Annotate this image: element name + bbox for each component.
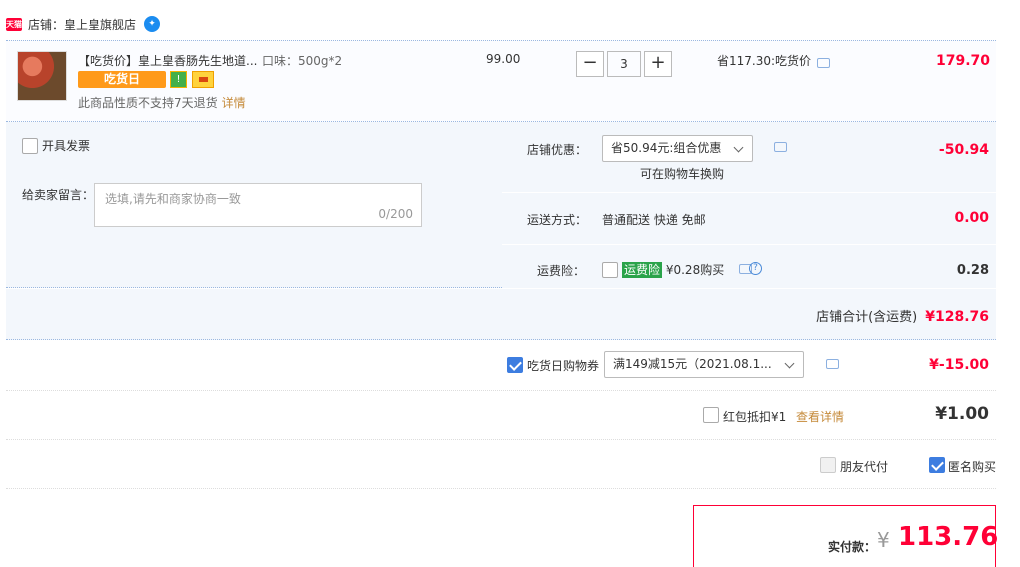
- shop-discount-row: 店铺优惠： 省50.94元:组合优惠 可在购物车换购 -50.94: [502, 122, 996, 193]
- payment-label: 实付款：: [828, 540, 877, 554]
- product-spec: 口味：500g*2: [262, 54, 343, 68]
- payment-options-row: 朋友代付 匿名购买: [6, 440, 996, 489]
- invoice-label: 开具发票: [42, 139, 91, 153]
- anonymous-label: 匿名购买: [948, 460, 997, 474]
- shop-discount-select-value: 省50.94元:组合优惠: [611, 141, 722, 155]
- payment-amount: 113.76: [898, 522, 999, 552]
- shop-discount-select[interactable]: 省50.94元:组合优惠: [602, 135, 753, 162]
- shipping-method: 普通配送 快递 免邮: [602, 213, 706, 227]
- saving-text: 省117.30:吃货价: [717, 54, 812, 68]
- chat-bubble-icon[interactable]: [817, 57, 831, 68]
- wangwang-chat-icon[interactable]: ✦: [144, 16, 161, 32]
- quantity-input[interactable]: 3: [607, 51, 641, 77]
- saving-info: 省117.30:吃货价: [717, 52, 831, 69]
- coupon-amount: ¥-15.00: [929, 357, 989, 373]
- order-item-row: 【吃货价】皇上皇香肠先生地道... 口味：500g*2 吃货日 ! 此商品性质不…: [6, 40, 996, 122]
- right-options-pane: 店铺优惠： 省50.94元:组合优惠 可在购物车换购 -50.94 运送方式： …: [502, 122, 996, 288]
- payment-summary-box: 实付款： ¥ 113.76: [693, 505, 999, 567]
- chat-bubble-icon[interactable]: [774, 142, 787, 152]
- tmall-badge: 天猫: [6, 17, 22, 31]
- shop-discount-label: 店铺优惠：: [527, 143, 588, 157]
- return-policy-details-link[interactable]: 详情: [222, 96, 246, 110]
- redpacket-checkbox[interactable]: [703, 407, 719, 423]
- service-badge-icon: !: [170, 71, 187, 88]
- return-policy-notice: 此商品性质不支持7天退货 详情: [78, 94, 246, 111]
- coupon-select-value: 满149减15元（2021.08.1...: [613, 357, 772, 371]
- item-subtotal: 179.70: [936, 53, 991, 69]
- insurance-label: 运费险：: [537, 264, 586, 278]
- seller-message-input[interactable]: 选填,请先和商家协商一致 0/200: [94, 183, 422, 227]
- card-badge-icon: [192, 71, 214, 88]
- shipping-label: 运送方式：: [527, 213, 588, 227]
- shop-discount-note: 可在购物车换购: [640, 167, 725, 181]
- redpacket-row: 红包抵扣¥1 查看详情 ¥1.00: [6, 391, 996, 440]
- quantity-decrease-button[interactable]: −: [576, 51, 604, 77]
- coupon-checkbox[interactable]: [507, 357, 523, 373]
- message-char-count: 0/200: [378, 207, 413, 221]
- shop-total: 店铺合计(含运费) ¥128.76: [816, 306, 989, 325]
- invoice-checkbox[interactable]: [22, 137, 38, 154]
- insurance-price: ¥0.28购买: [665, 263, 725, 277]
- friend-pay-label: 朋友代付: [840, 460, 889, 474]
- friend-pay-checkbox[interactable]: [820, 457, 836, 473]
- promo-tag: 吃货日: [78, 71, 166, 88]
- payment-currency: ¥: [877, 528, 890, 552]
- insurance-tag: 运费险: [622, 262, 663, 278]
- invoice-option[interactable]: 开具发票: [22, 137, 90, 154]
- insurance-checkbox[interactable]: [602, 262, 618, 278]
- redpacket-label: 红包抵扣¥1: [723, 410, 787, 424]
- insurance-offer: 运费险 ¥0.28购买: [622, 261, 724, 278]
- return-policy-text: 此商品性质不支持7天退货: [78, 96, 218, 110]
- coupon-row: 吃货日购物券 满149减15元（2021.08.1... ¥-15.00: [6, 340, 996, 391]
- product-thumbnail[interactable]: [17, 51, 67, 101]
- coupon-select[interactable]: 满149减15元（2021.08.1...: [604, 351, 804, 378]
- store-header: 天猫 店铺：皇上皇旗舰店 ✦: [6, 14, 161, 34]
- shop-total-label: 店铺合计(含运费): [816, 310, 918, 325]
- chevron-down-icon: [733, 142, 744, 153]
- store-name[interactable]: 店铺：皇上皇旗舰店: [28, 16, 136, 33]
- product-title[interactable]: 【吃货价】皇上皇香肠先生地道...: [78, 52, 273, 69]
- insurance-amount: 0.28: [956, 263, 989, 278]
- coupon-label: 吃货日购物券: [527, 359, 600, 373]
- shop-discount-amount: -50.94: [938, 142, 989, 158]
- message-placeholder: 选填,请先和商家协商一致: [105, 192, 241, 206]
- unit-price: 99.00: [486, 52, 521, 66]
- shop-total-value: ¥128.76: [925, 309, 989, 325]
- chevron-down-icon: [784, 358, 795, 369]
- quantity-increase-button[interactable]: +: [644, 51, 672, 77]
- shipping-amount: 0.00: [954, 210, 989, 226]
- message-label: 给卖家留言：: [22, 188, 95, 202]
- quantity-stepper: − 3 +: [576, 51, 672, 77]
- left-options-pane: 开具发票 给卖家留言： 选填,请先和商家协商一致 0/200: [6, 122, 500, 288]
- shop-total-row: 店铺合计(含运费) ¥128.76: [6, 289, 996, 340]
- chat-bubble-icon[interactable]: [826, 359, 839, 369]
- help-icon[interactable]: ?: [749, 262, 762, 275]
- shipping-row: 运送方式： 普通配送 快递 免邮 0.00: [502, 193, 996, 245]
- redpacket-details-link[interactable]: 查看详情: [796, 408, 844, 425]
- anonymous-checkbox[interactable]: [929, 457, 945, 473]
- order-options: 开具发票 给卖家留言： 选填,请先和商家协商一致 0/200 店铺优惠： 省50…: [6, 122, 996, 288]
- redpacket-amount: ¥1.00: [935, 404, 989, 424]
- insurance-row: 运费险： 运费险 ¥0.28购买 ? 0.28: [502, 245, 996, 288]
